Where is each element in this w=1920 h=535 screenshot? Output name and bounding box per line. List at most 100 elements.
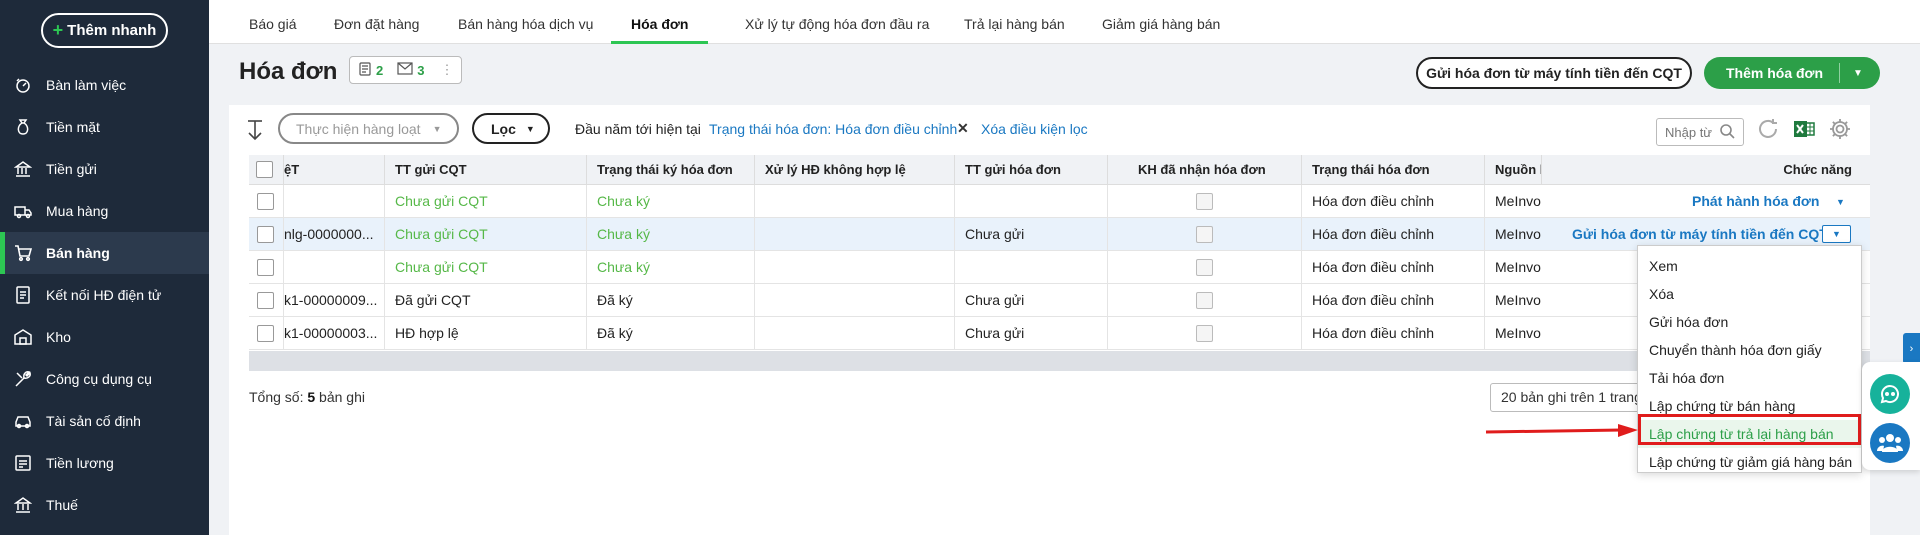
source-cell: MeInvo [1484, 251, 1541, 284]
table-row[interactable]: Chưa gửi CQT Chưa ký Hóa đơn điều chỉnh … [249, 185, 1870, 218]
tab-giam-gia-hang-ban[interactable]: Giảm giá hàng bán [1082, 0, 1240, 44]
received-checkbox [1196, 193, 1213, 210]
tab-bao-gia[interactable]: Báo giá [229, 0, 316, 44]
close-icon[interactable]: ✕ [957, 120, 969, 137]
status-filter-chip[interactable]: Trạng thái hóa đơn: Hóa đơn điều chỉnh [709, 121, 957, 137]
sidebar-item-label: Mua hàng [46, 203, 109, 219]
send-status-cell [954, 185, 1107, 218]
menu-item-lap-chung-tu-giam-gia[interactable]: Lập chứng từ giảm giá hàng bán [1638, 448, 1861, 476]
top-tab-bar: Báo giá Đơn đặt hàng Bán hàng hóa dịch v… [209, 0, 1920, 44]
payroll-icon [14, 454, 32, 472]
gear-icon[interactable] [1828, 117, 1852, 141]
issue-invoice-link[interactable]: Phát hành hóa đơn [1692, 185, 1819, 218]
sidebar-item-ban-hang[interactable]: Bán hàng [0, 232, 209, 274]
sidebar-item-ban-lam-viec[interactable]: Bàn làm việc [0, 64, 209, 106]
row-checkbox[interactable] [257, 193, 274, 210]
tab-don-dat-hang[interactable]: Đơn đặt hàng [314, 0, 439, 44]
column-header[interactable]: TT gửi hóa đơn [954, 155, 1107, 185]
excel-icon[interactable] [1792, 117, 1816, 141]
sidebar-item-label: Bàn làm việc [46, 77, 127, 93]
invoice-counter[interactable]: 2 3 ⋮ [349, 56, 462, 84]
row-checkbox[interactable] [257, 325, 274, 342]
sign-status-cell: Chưa ký [586, 185, 754, 218]
menu-item-gui-hoa-don[interactable]: Gửi hóa đơn [1638, 308, 1861, 336]
sort-arrow-icon[interactable] [245, 118, 265, 142]
column-header[interactable]: KH đã nhận hóa đơn [1107, 155, 1301, 185]
chevron-right-icon[interactable]: › [1903, 333, 1920, 364]
refresh-icon[interactable] [1756, 117, 1780, 141]
row-checkbox[interactable] [257, 259, 274, 276]
source-cell: MeInvo [1484, 185, 1541, 218]
column-header: Chức năng [1541, 155, 1870, 185]
count-b: 3 [417, 62, 425, 78]
sidebar-item-label: Tài sản cố định [46, 413, 141, 429]
document-icon [358, 61, 372, 79]
sidebar-item-label: Công cụ dụng cụ [46, 371, 152, 387]
community-icon[interactable] [1870, 423, 1910, 463]
batch-action-select[interactable]: Thực hiện hàng loạt ▼ [278, 113, 459, 144]
horizontal-scrollbar[interactable] [249, 351, 1870, 371]
clear-filter-link[interactable]: Xóa điều kiện lọc [981, 121, 1088, 137]
sign-status-cell: Đã ký [586, 317, 754, 350]
source-cell: MeInvo [1484, 218, 1541, 251]
table-row[interactable]: Chưa gửi CQT Chưa ký Hóa đơn điều chỉnh … [249, 251, 1870, 284]
table-row[interactable]: k1-00000009... Đã gửi CQT Đã ký Chưa gửi… [249, 284, 1870, 317]
menu-item-xem[interactable]: Xem [1638, 252, 1861, 280]
invalid-handling-cell [754, 284, 954, 317]
column-header[interactable]: Trạng thái hóa đơn [1301, 155, 1484, 185]
sidebar-item-mua-hang[interactable]: Mua hàng [0, 190, 209, 232]
sidebar-item-label: Bán hàng [46, 245, 110, 261]
more-icon[interactable]: ⋮ [440, 62, 453, 78]
sidebar-item-label: Tiền lương [46, 455, 114, 471]
add-invoice-button[interactable]: Thêm hóa đơn ▼ [1704, 57, 1880, 89]
page-size-select[interactable]: 20 bản ghi trên 1 trang [1490, 383, 1640, 412]
chat-icon[interactable] [1870, 374, 1910, 414]
money-bag-icon [14, 118, 32, 136]
sidebar-item-cong-cu[interactable]: Công cụ dụng cụ [0, 358, 209, 400]
invoice-status-cell: Hóa đơn điều chỉnh [1301, 251, 1484, 284]
received-cell [1107, 284, 1301, 317]
sidebar-item-thue[interactable]: Thuế [0, 484, 209, 526]
menu-item-xoa[interactable]: Xóa [1638, 280, 1861, 308]
sidebar-item-label: Thuế [46, 497, 78, 513]
total-records: Tổng số: 5 bản ghi [249, 389, 365, 405]
sidebar-item-tien-gui[interactable]: Tiền gửi [0, 148, 209, 190]
tab-hoa-don[interactable]: Hóa đơn [611, 0, 709, 44]
column-header[interactable]: ệT [283, 155, 384, 185]
einvoice-icon [14, 286, 32, 304]
table-row[interactable]: nlg-0000000... Chưa gửi CQT Chưa ký Chưa… [249, 218, 1870, 251]
tab-xu-ly-tu-dong[interactable]: Xử lý tự động hóa đơn đầu ra [725, 0, 949, 44]
invoice-number-cell: k1-00000003... [283, 317, 384, 350]
select-all-checkbox[interactable] [256, 161, 273, 178]
search-icon[interactable] [1719, 123, 1735, 139]
column-header[interactable]: Trạng thái ký hóa đơn [586, 155, 754, 185]
filter-label: Lọc [491, 120, 516, 137]
caret-down-icon[interactable]: ▼ [1822, 225, 1851, 243]
sidebar-item-tien-luong[interactable]: Tiền lương [0, 442, 209, 484]
sidebar-item-tien-mat[interactable]: Tiền mặt [0, 106, 209, 148]
sidebar-item-label: Kho [46, 329, 71, 345]
menu-item-chuyen-hoa-don-giay[interactable]: Chuyển thành hóa đơn giấy [1638, 336, 1861, 364]
row-checkbox[interactable] [257, 292, 274, 309]
caret-down-icon[interactable]: ▼ [1853, 68, 1863, 79]
sidebar-item-kho[interactable]: Kho [0, 316, 209, 358]
sidebar-item-ket-noi-hd[interactable]: Kết nối HĐ điện tử [0, 274, 209, 316]
column-header[interactable]: Nguồn h [1484, 155, 1541, 185]
tab-ban-hang-hoa-dich-vu[interactable]: Bán hàng hóa dịch vụ [438, 0, 613, 44]
count-a: 2 [376, 62, 384, 78]
tab-tra-lai-hang-ban[interactable]: Trả lại hàng bán [944, 0, 1085, 44]
menu-item-tai-hoa-don[interactable]: Tải hóa đơn [1638, 364, 1861, 392]
row-checkbox[interactable] [257, 226, 274, 243]
caret-down-icon[interactable]: ▼ [1836, 197, 1845, 207]
period-label: Đầu năm tới hiện tại [575, 121, 701, 137]
table-row[interactable]: k1-00000003... HĐ hợp lệ Đã ký Chưa gửi … [249, 317, 1870, 350]
send-cqt-button[interactable]: Gửi hóa đơn từ máy tính tiền đến CQT [1416, 57, 1692, 89]
caret-down-icon: ▼ [525, 123, 535, 134]
invoice-status-cell: Hóa đơn điều chỉnh [1301, 185, 1484, 218]
sidebar-item-tai-san[interactable]: Tài sản cố định [0, 400, 209, 442]
column-header[interactable]: Xử lý HĐ không hợp lệ [754, 155, 954, 185]
column-header[interactable]: TT gửi CQT [384, 155, 586, 185]
filter-button[interactable]: Lọc ▼ [472, 113, 550, 144]
invalid-handling-cell [754, 218, 954, 251]
quick-add-button[interactable]: + Thêm nhanh [41, 13, 168, 48]
